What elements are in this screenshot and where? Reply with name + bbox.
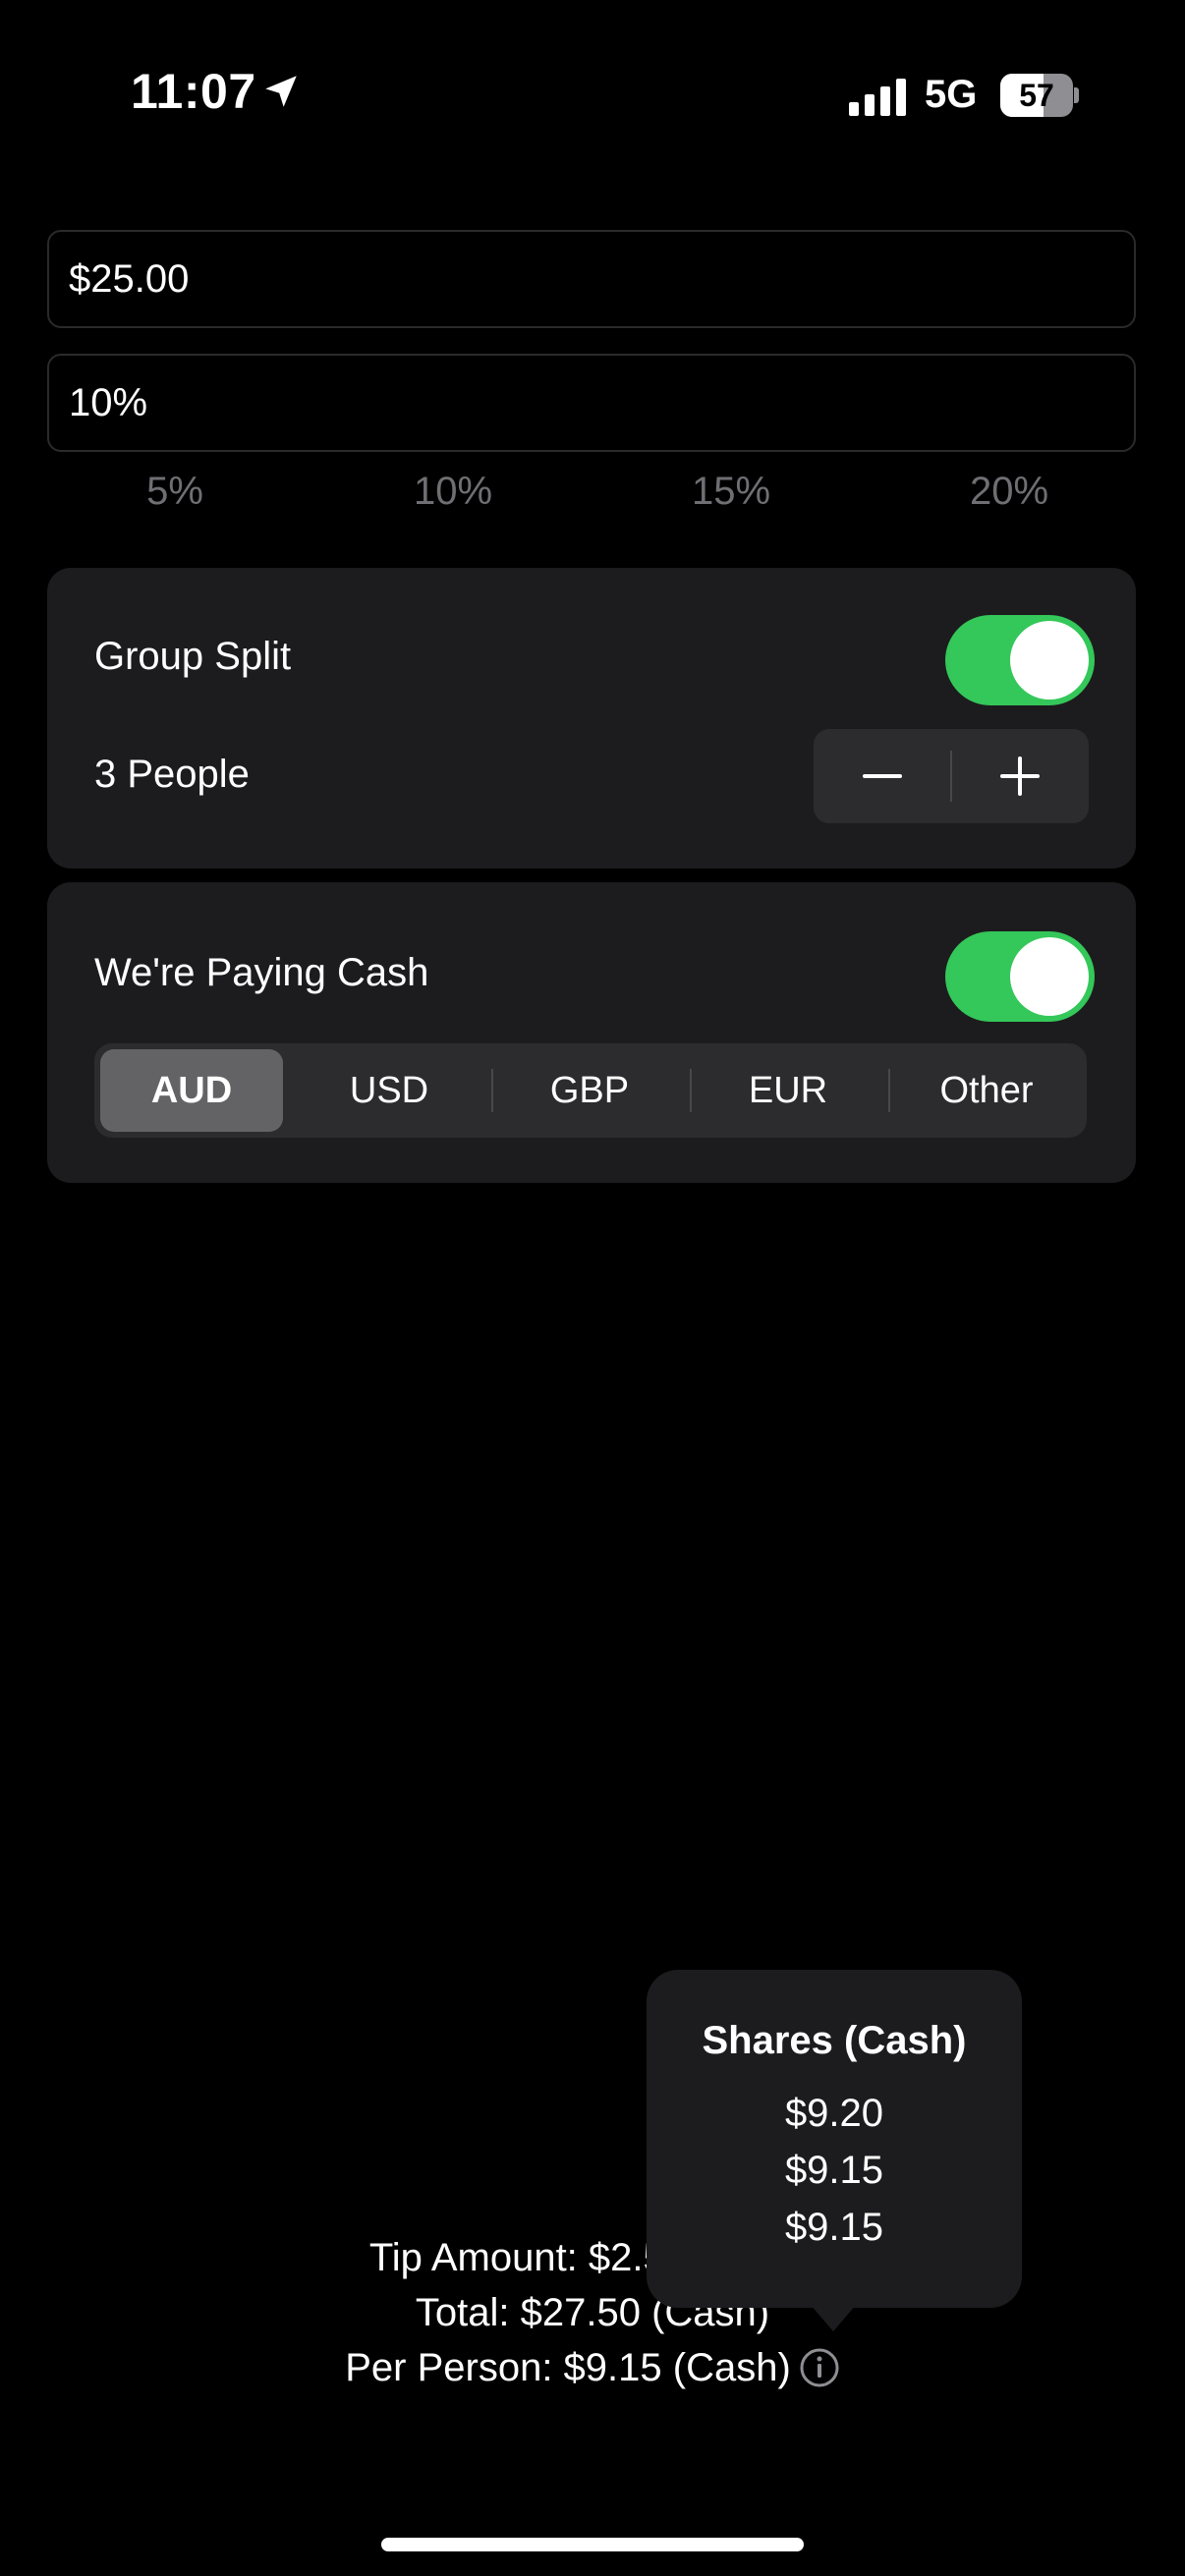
people-stepper (814, 729, 1089, 823)
share-item: $9.20 (784, 2092, 884, 2135)
group-split-card: Group Split 3 People (47, 568, 1136, 868)
minus-icon (863, 774, 902, 778)
tip-preset-15[interactable]: 15% (633, 470, 829, 514)
network-type: 5G (925, 73, 978, 116)
currency-aud[interactable]: AUD (100, 1049, 283, 1132)
battery-level: 57 (1019, 78, 1054, 113)
shares-popover: Shares (Cash) $9.20 $9.15 $9.15 (647, 1970, 1022, 2308)
share-item: $9.15 (784, 2206, 884, 2249)
tip-presets: 5% 10% 15% 20% (47, 470, 1136, 519)
popover-arrow (810, 2304, 857, 2331)
location-arrow-icon (265, 76, 297, 107)
cash-card: We're Paying Cash AUD USD GBP EUR Other (47, 882, 1136, 1183)
people-count-label: 3 People (94, 753, 250, 796)
tip-preset-5[interactable]: 5% (77, 470, 273, 514)
info-icon[interactable] (799, 2347, 840, 2388)
group-split-toggle[interactable] (945, 615, 1095, 705)
currency-usd[interactable]: USD (291, 1049, 487, 1132)
tip-preset-20[interactable]: 20% (911, 470, 1107, 514)
tip-percent-field[interactable]: 10% (47, 354, 1136, 452)
status-time: 11:07 (131, 64, 256, 119)
currency-segmented-control: AUD USD GBP EUR Other (94, 1043, 1087, 1138)
bill-amount-value: $25.00 (69, 256, 190, 301)
battery-icon: 57 (1000, 74, 1079, 117)
share-item: $9.15 (784, 2149, 884, 2192)
plus-icon (1000, 756, 1040, 796)
currency-eur[interactable]: EUR (690, 1049, 886, 1132)
decrement-button[interactable] (814, 729, 951, 823)
bill-amount-field[interactable]: $25.00 (47, 230, 1136, 328)
paying-cash-toggle[interactable] (945, 931, 1095, 1022)
home-indicator[interactable] (381, 2538, 804, 2551)
currency-gbp[interactable]: GBP (491, 1049, 688, 1132)
tip-percent-value: 10% (69, 380, 148, 424)
popover-title: Shares (Cash) (702, 2019, 967, 2062)
paying-cash-label: We're Paying Cash (94, 951, 429, 994)
group-split-label: Group Split (94, 635, 292, 678)
cellular-signal-icon (849, 79, 906, 116)
increment-button[interactable] (951, 729, 1089, 823)
currency-other[interactable]: Other (888, 1049, 1085, 1132)
tip-preset-10[interactable]: 10% (355, 470, 551, 514)
per-person-text: Per Person: $9.15 (Cash) (345, 2346, 791, 2389)
per-person-row: Per Person: $9.15 (Cash) (0, 2340, 1185, 2395)
